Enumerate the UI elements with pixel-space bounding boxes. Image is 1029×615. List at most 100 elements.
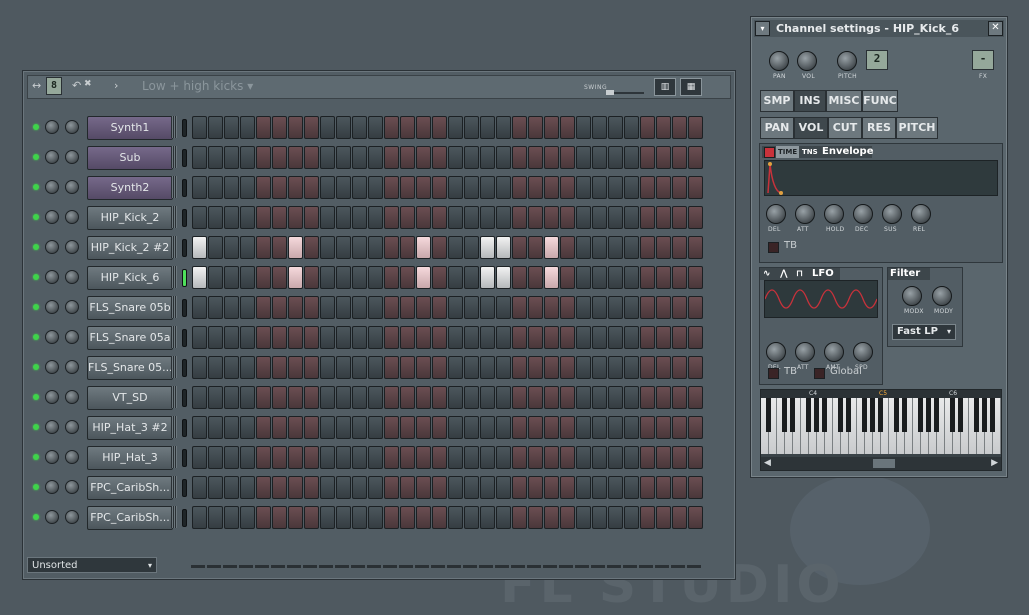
- channel-volume-knob[interactable]: [65, 270, 79, 284]
- step-button[interactable]: [496, 326, 511, 349]
- step-button[interactable]: [272, 236, 287, 259]
- step-button[interactable]: [640, 206, 655, 229]
- step-button[interactable]: [416, 326, 431, 349]
- step-button[interactable]: [384, 236, 399, 259]
- channel-volume-knob[interactable]: [65, 360, 79, 374]
- step-button[interactable]: [496, 446, 511, 469]
- step-button[interactable]: [352, 446, 367, 469]
- step-button[interactable]: [592, 146, 607, 169]
- window-menu-icon[interactable]: ▾: [755, 21, 770, 36]
- step-button[interactable]: [320, 236, 335, 259]
- step-button[interactable]: [608, 146, 623, 169]
- step-button[interactable]: [368, 356, 383, 379]
- step-button[interactable]: [464, 386, 479, 409]
- step-button[interactable]: [560, 326, 575, 349]
- step-button[interactable]: [592, 476, 607, 499]
- step-button[interactable]: [256, 386, 271, 409]
- step-button[interactable]: [304, 116, 319, 139]
- step-button[interactable]: [672, 416, 687, 439]
- clear-icon[interactable]: ✖: [84, 79, 92, 89]
- step-button[interactable]: [304, 326, 319, 349]
- del-knob[interactable]: [766, 342, 786, 362]
- channel-grip[interactable]: [171, 416, 177, 438]
- step-button[interactable]: [288, 506, 303, 529]
- step-button[interactable]: [544, 176, 559, 199]
- channel-mute-led[interactable]: [33, 244, 39, 250]
- step-button[interactable]: [208, 416, 223, 439]
- step-button[interactable]: [688, 236, 703, 259]
- step-button[interactable]: [288, 116, 303, 139]
- step-button[interactable]: [416, 446, 431, 469]
- channel-volume-knob[interactable]: [65, 420, 79, 434]
- tab-pan[interactable]: PAN: [760, 117, 794, 139]
- pattern-number-display[interactable]: 8: [46, 77, 62, 95]
- step-button[interactable]: [448, 416, 463, 439]
- channel-pan-knob[interactable]: [45, 450, 59, 464]
- step-button[interactable]: [400, 266, 415, 289]
- step-button[interactable]: [528, 356, 543, 379]
- step-button[interactable]: [640, 416, 655, 439]
- step-button[interactable]: [192, 476, 207, 499]
- step-button[interactable]: [576, 446, 591, 469]
- step-button[interactable]: [496, 506, 511, 529]
- channel-button[interactable]: FLS_Snare 05...: [87, 356, 173, 380]
- step-button[interactable]: [352, 266, 367, 289]
- channel-mute-led[interactable]: [33, 514, 39, 520]
- step-button[interactable]: [192, 146, 207, 169]
- step-button[interactable]: [384, 386, 399, 409]
- step-button[interactable]: [480, 476, 495, 499]
- step-button[interactable]: [608, 266, 623, 289]
- step-button[interactable]: [208, 326, 223, 349]
- step-button[interactable]: [624, 236, 639, 259]
- channel-grip[interactable]: [171, 476, 177, 498]
- step-button[interactable]: [576, 176, 591, 199]
- tab-cut[interactable]: CUT: [828, 117, 862, 139]
- step-button[interactable]: [288, 356, 303, 379]
- step-button[interactable]: [672, 266, 687, 289]
- step-button[interactable]: [400, 416, 415, 439]
- step-button[interactable]: [272, 326, 287, 349]
- step-button[interactable]: [432, 416, 447, 439]
- step-button[interactable]: [464, 446, 479, 469]
- channel-volume-knob[interactable]: [65, 300, 79, 314]
- step-button[interactable]: [432, 476, 447, 499]
- step-button[interactable]: [512, 146, 527, 169]
- step-button[interactable]: [672, 326, 687, 349]
- channel-mute-led[interactable]: [33, 274, 39, 280]
- step-button[interactable]: [592, 416, 607, 439]
- step-button[interactable]: [528, 116, 543, 139]
- step-button[interactable]: [512, 386, 527, 409]
- step-button[interactable]: [368, 206, 383, 229]
- step-button[interactable]: [496, 476, 511, 499]
- step-button[interactable]: [400, 326, 415, 349]
- step-button[interactable]: [416, 416, 431, 439]
- step-button[interactable]: [256, 116, 271, 139]
- step-button[interactable]: [528, 446, 543, 469]
- channel-select-indicator[interactable]: [182, 269, 187, 287]
- step-button[interactable]: [528, 326, 543, 349]
- channel-pan-knob[interactable]: [45, 360, 59, 374]
- step-button[interactable]: [448, 146, 463, 169]
- tab-res[interactable]: RES: [862, 117, 896, 139]
- step-button[interactable]: [336, 386, 351, 409]
- channel-grip[interactable]: [171, 176, 177, 198]
- step-button[interactable]: [624, 446, 639, 469]
- step-button[interactable]: [512, 506, 527, 529]
- step-button[interactable]: [416, 296, 431, 319]
- step-button[interactable]: [672, 116, 687, 139]
- step-button[interactable]: [320, 296, 335, 319]
- step-button[interactable]: [336, 506, 351, 529]
- step-button[interactable]: [544, 446, 559, 469]
- step-button[interactable]: [576, 386, 591, 409]
- step-button[interactable]: [544, 356, 559, 379]
- step-button[interactable]: [224, 416, 239, 439]
- step-button[interactable]: [480, 386, 495, 409]
- step-button[interactable]: [240, 176, 255, 199]
- step-button[interactable]: [560, 476, 575, 499]
- step-button[interactable]: [336, 296, 351, 319]
- step-button[interactable]: [272, 416, 287, 439]
- channel-grip[interactable]: [171, 146, 177, 168]
- step-button[interactable]: [432, 386, 447, 409]
- step-button[interactable]: [688, 416, 703, 439]
- channel-grip[interactable]: [171, 446, 177, 468]
